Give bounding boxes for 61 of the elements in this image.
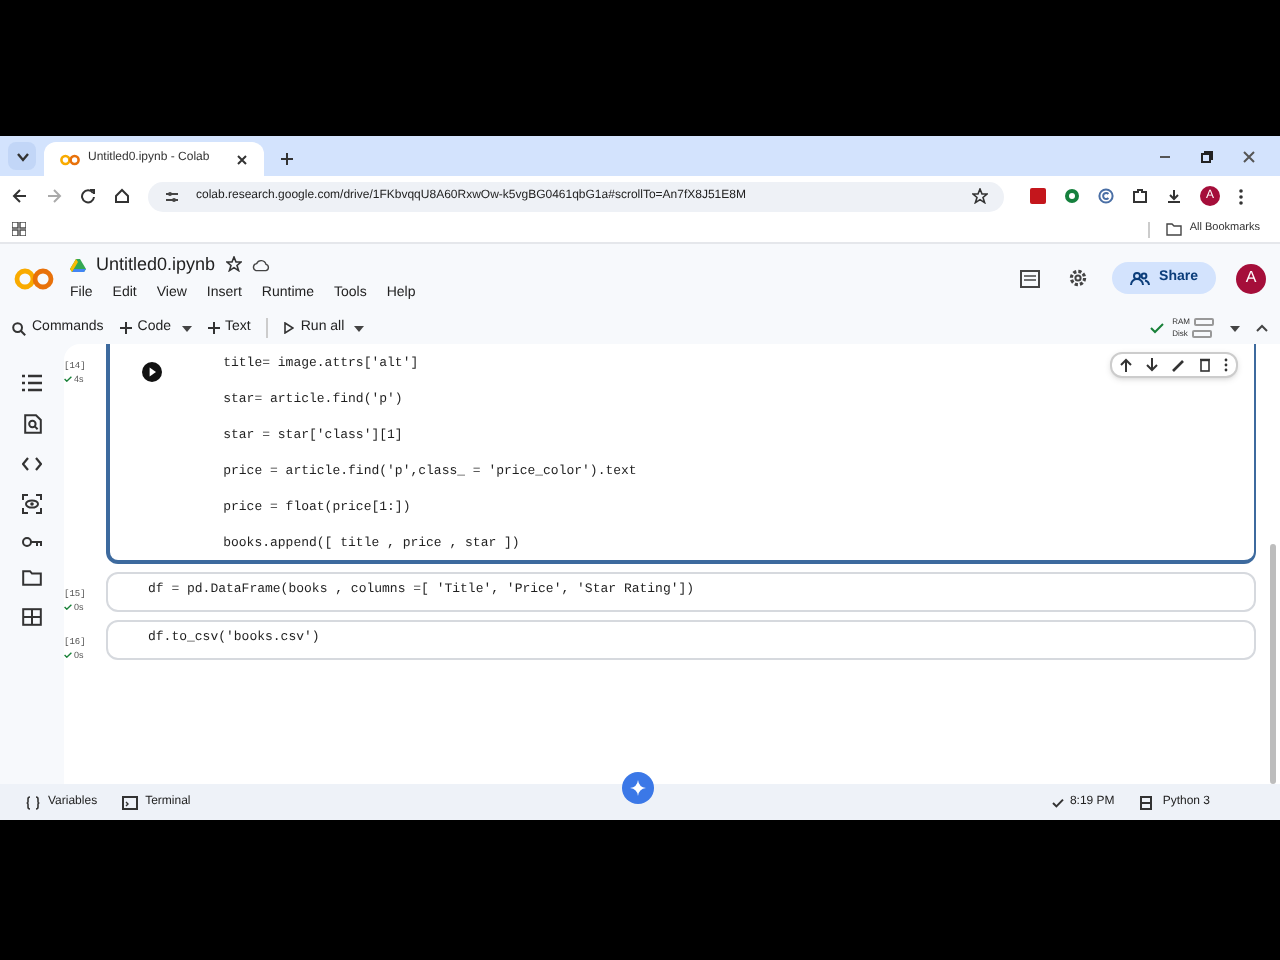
settings-icon[interactable] (1067, 268, 1088, 288)
folder-icon[interactable] (22, 570, 42, 586)
check-icon (64, 604, 72, 611)
document-search-icon[interactable] (23, 414, 41, 434)
download-icon[interactable] (1166, 188, 1182, 204)
disk-meter (1191, 330, 1212, 338)
check-icon (1150, 322, 1165, 334)
dropdown-icon[interactable] (181, 325, 192, 331)
check-icon (64, 652, 72, 659)
apps-icon[interactable] (12, 222, 26, 236)
star-icon[interactable] (972, 188, 988, 204)
notebook-title[interactable]: Untitled0.ipynb (96, 251, 216, 278)
puzzle-icon[interactable] (1132, 188, 1148, 204)
check-icon (64, 376, 72, 383)
list-icon[interactable] (22, 374, 42, 392)
code-icon[interactable] (22, 456, 42, 472)
home-icon[interactable] (114, 188, 130, 204)
table-icon[interactable] (22, 608, 42, 626)
extension-icon[interactable] (1064, 188, 1080, 204)
ram-meter (1194, 318, 1214, 326)
close-icon[interactable] (1242, 150, 1256, 164)
search-icon (12, 321, 26, 335)
back-icon[interactable] (12, 188, 28, 204)
braces-icon (26, 795, 40, 809)
more-icon[interactable] (1238, 187, 1244, 205)
collapse-icon[interactable] (1256, 324, 1268, 332)
drive-icon (70, 257, 86, 272)
people-icon (1129, 271, 1150, 285)
server-icon[interactable] (1140, 795, 1153, 809)
logo-icon (60, 153, 80, 165)
site-settings-icon[interactable] (164, 189, 180, 203)
pencil-icon[interactable] (1172, 358, 1186, 372)
check-icon (1051, 797, 1064, 807)
extension-icon[interactable] (1098, 188, 1114, 204)
play-icon (284, 322, 295, 334)
run-cell-icon[interactable] (141, 362, 161, 382)
comment-icon[interactable] (1019, 269, 1040, 287)
key-icon[interactable] (22, 536, 42, 548)
dropdown-icon[interactable] (354, 325, 365, 331)
folder-icon (1165, 222, 1182, 236)
close-icon[interactable] (236, 153, 248, 165)
restore-icon[interactable] (1200, 150, 1214, 164)
logo-icon (14, 267, 54, 289)
sparkle-icon (630, 780, 646, 796)
plus-icon (207, 322, 220, 334)
tab-list-button[interactable] (8, 142, 36, 170)
arrow-down-icon[interactable] (1146, 358, 1158, 372)
trash-icon[interactable] (1200, 358, 1210, 372)
minimize-icon[interactable] (1158, 150, 1172, 164)
gemini-button[interactable] (622, 772, 654, 804)
terminal-icon (121, 795, 138, 809)
dropdown-icon[interactable] (1230, 325, 1240, 331)
cloud-icon (251, 257, 270, 272)
arrow-up-icon[interactable] (1120, 358, 1132, 372)
plus-icon (119, 322, 132, 334)
reload-icon[interactable] (80, 188, 96, 204)
user-avatar[interactable]: A (1236, 263, 1266, 293)
chevron-down-icon (15, 151, 29, 161)
star-icon[interactable] (225, 256, 242, 273)
eye-scan-icon[interactable] (22, 494, 42, 514)
new-tab-icon[interactable] (280, 152, 294, 166)
